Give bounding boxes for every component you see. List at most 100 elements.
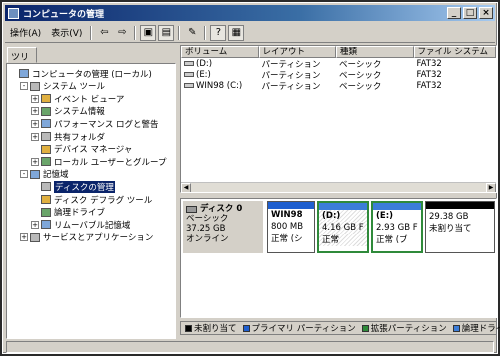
tree-node-label: 論理ドライブ	[54, 208, 106, 219]
storage-icon	[30, 169, 40, 179]
tab-tree[interactable]: ツリー	[7, 47, 37, 76]
legend-swatch	[242, 325, 250, 332]
column-header-filesystem[interactable]: ファイル システム	[413, 46, 496, 58]
table-cell: パーティション	[261, 81, 321, 92]
table-row[interactable]: (E:) パーティション ベーシック FAT32	[181, 69, 496, 81]
menu-action[interactable]: 操作(A)	[5, 24, 46, 41]
tree-node[interactable]: 論理ドライブ	[31, 207, 105, 218]
partition-color-bar	[319, 203, 367, 210]
partition-line3: 未割り当て	[429, 224, 472, 234]
tree-node[interactable]: デバイス マネージャ	[31, 144, 132, 155]
tree-node-label: コンピュータの管理 (ローカル)	[32, 69, 152, 80]
computer-icon	[19, 69, 29, 78]
table-cell: FAT32	[416, 69, 442, 80]
show-tree-icon[interactable]: ▤	[158, 24, 175, 41]
console-tree: コンピュータの管理 (ローカル) - システム ツール + イベント ビューア + システム…	[6, 63, 176, 339]
expand-icon[interactable]: +	[31, 107, 39, 116]
legend-item: プライマリ パーティション	[242, 322, 356, 334]
close-button[interactable]: ×	[479, 7, 493, 19]
tree-node-label: パフォーマンス ログと警告	[54, 119, 159, 130]
partition-block[interactable]: (D:) 4.16 GB F 正常	[317, 201, 369, 253]
expand-icon[interactable]: +	[31, 132, 39, 141]
horizontal-scrollbar[interactable]: ◀ ▶	[181, 182, 496, 192]
properties-icon[interactable]: ✎	[184, 25, 200, 41]
toolbar-separator	[134, 25, 137, 40]
partition-block[interactable]: WIN98 800 MB 正常 (シ	[267, 201, 315, 253]
back-arrow-icon[interactable]: ⇦	[96, 25, 112, 41]
expand-icon[interactable]: +	[20, 233, 28, 242]
scroll-left-icon[interactable]: ◀	[181, 183, 191, 192]
tree-node[interactable]: + システム情報	[31, 106, 105, 117]
volume-list-header: ボリューム レイアウト 種類 ファイル システム	[181, 46, 496, 58]
expand-icon[interactable]: +	[31, 157, 39, 166]
disk-icon	[186, 205, 197, 213]
toolbar-separator	[178, 25, 181, 40]
tree-node[interactable]: + サービスとアプリケーション	[20, 232, 153, 243]
tree-node-label: ローカル ユーザーとグループ	[54, 157, 167, 168]
tree-node-label: サービスとアプリケーション	[43, 233, 154, 244]
logical-drive-icon	[41, 207, 51, 217]
tree-node[interactable]: + 共有フォルダ	[31, 131, 105, 143]
legend: 未割り当て プライマリ パーティション 拡張パーティション 論理ドライブ	[180, 321, 500, 335]
partition-color-bar	[268, 202, 314, 209]
tree-node[interactable]: コンピュータの管理 (ローカル)	[9, 68, 152, 80]
scroll-right-icon[interactable]: ▶	[486, 183, 496, 192]
partition-line3: 正常 (シ	[271, 234, 303, 244]
column-header-volume[interactable]: ボリューム	[181, 46, 259, 58]
tree-node-label: システム ツール	[43, 82, 105, 93]
partition-line2: 2.93 GB F	[376, 223, 418, 233]
column-header-type[interactable]: 種類	[336, 46, 414, 58]
partition-line3: 正常	[319, 234, 367, 246]
tree-node[interactable]: ディスクの管理	[31, 180, 115, 193]
window-title: コンピュータの管理	[23, 9, 105, 20]
performance-icon	[41, 119, 51, 129]
tree-node-label: リムーバブル記憶域	[54, 220, 131, 231]
table-row[interactable]: (D:) パーティション ベーシック FAT32	[181, 58, 496, 70]
partition-line3: 正常 (ブ	[376, 235, 408, 245]
tree-node-label: システム情報	[54, 107, 105, 118]
disk-info[interactable]: ディスク 0 ベーシック 37.25 GB オンライン	[183, 201, 263, 253]
column-header-layout[interactable]: レイアウト	[258, 46, 337, 58]
users-icon	[41, 157, 51, 167]
device-manager-icon	[41, 144, 51, 154]
computer-management-window: コンピュータの管理 _ □ × 操作(A) 表示(V) ⇦ ⇨ ▣ ▤ ✎ ? …	[2, 2, 500, 354]
forward-arrow-icon[interactable]: ⇨	[114, 25, 130, 41]
collapse-icon[interactable]: -	[20, 170, 28, 179]
volume-icon	[184, 82, 194, 88]
partition-block[interactable]: 29.38 GB 未割り当て	[425, 201, 495, 253]
tree-node[interactable]: + ローカル ユーザーとグループ	[31, 156, 167, 168]
tools-icon	[30, 81, 40, 91]
tree-node-label: デバイス マネージャ	[54, 145, 133, 156]
help-icon[interactable]: ?	[210, 24, 227, 41]
title-bar[interactable]: コンピュータの管理 _ □ ×	[5, 5, 495, 21]
table-row[interactable]: WIN98 (C:) パーティション ベーシック FAT32	[181, 80, 496, 92]
tree-node[interactable]: + イベント ビューア	[31, 93, 125, 105]
disk-map: ディスク 0 ベーシック 37.25 GB オンライン WIN98 800 MB 正…	[180, 198, 497, 318]
app-icon	[8, 7, 19, 19]
expand-icon[interactable]: +	[31, 220, 39, 229]
tree-node-label: ディスクの管理	[54, 180, 115, 193]
toolbar-separator	[204, 25, 207, 40]
up-folder-icon[interactable]: ▣	[140, 24, 157, 41]
tree-node[interactable]: ディスク デフラグ ツール	[31, 194, 152, 206]
tree-node-label: 記憶域	[43, 170, 69, 181]
expand-icon[interactable]: +	[31, 94, 39, 103]
disk-type: ベーシック	[186, 214, 229, 224]
partition-line2: 800 MB	[271, 222, 304, 232]
collapse-icon[interactable]: -	[20, 82, 28, 91]
tree-node-label: イベント ビューア	[54, 94, 125, 105]
menu-view[interactable]: 表示(V)	[46, 24, 87, 41]
tree-node[interactable]: + パフォーマンス ログと警告	[31, 118, 159, 130]
partition-line1: (E:)	[376, 211, 393, 221]
tree-node[interactable]: + リムーバブル記憶域	[31, 219, 131, 231]
partition-block[interactable]: (E:) 2.93 GB F 正常 (ブ	[371, 201, 423, 253]
maximize-button[interactable]: □	[463, 7, 477, 19]
tree-node[interactable]: - 記憶域	[20, 169, 69, 180]
minimize-button[interactable]: _	[447, 7, 461, 19]
disk-name: ディスク 0	[200, 204, 243, 214]
volume-icon	[184, 60, 194, 66]
legend-swatch	[452, 325, 460, 332]
expand-icon[interactable]: +	[31, 119, 39, 128]
tree-node[interactable]: - システム ツール	[20, 81, 105, 92]
view-icon[interactable]: ▦	[228, 24, 245, 41]
